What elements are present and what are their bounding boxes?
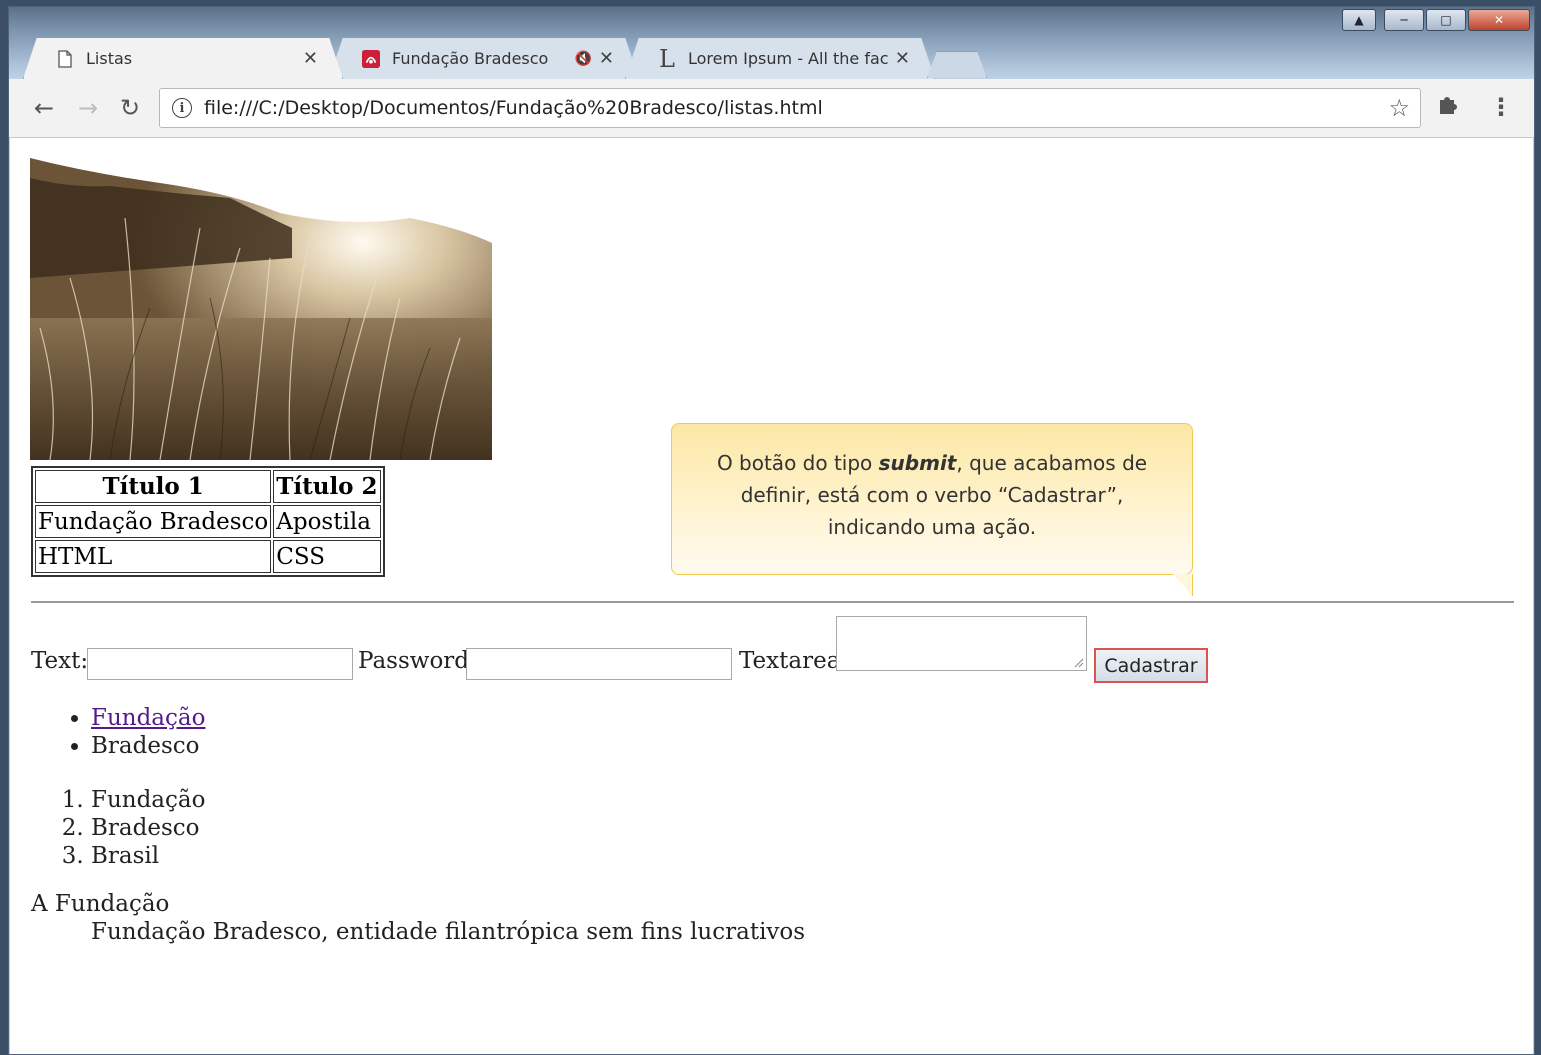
tab-title: Lorem Ipsum - All the fac [688, 49, 888, 68]
close-tab-icon[interactable]: ✕ [599, 48, 614, 69]
table-cell: HTML [35, 540, 272, 573]
table-row: HTML CSS [35, 540, 381, 573]
table-cell: Fundação Bradesco [35, 505, 272, 538]
minimize-button[interactable]: ─ [1384, 9, 1424, 31]
fundacao-link[interactable]: Fundação [91, 705, 205, 731]
horizontal-rule [31, 601, 1514, 603]
forward-arrow-icon[interactable]: → [73, 93, 103, 123]
window-controls: ▲ ─ □ ✕ [1342, 9, 1530, 31]
table-cell: CSS [273, 540, 381, 573]
text-label: Text: [31, 648, 89, 674]
reload-icon[interactable]: ↻ [115, 93, 145, 123]
callout-note: O botão do tipo submit, que acabamos de … [671, 423, 1193, 596]
list-item: Bradesco [91, 732, 205, 760]
text-input[interactable] [87, 648, 353, 680]
extensions-puzzle-icon[interactable] [1437, 93, 1459, 121]
callout-emphasis: submit [878, 451, 957, 475]
callout-tail [1171, 574, 1193, 596]
cadastrar-button[interactable]: Cadastrar [1094, 648, 1208, 683]
callout-text-start: O botão do tipo [716, 451, 879, 475]
page-content: Título 1 Título 2 Fundação Bradesco Apos… [10, 138, 1533, 1054]
browser-toolbar: ← → ↻ i file:///C:/Desktop/Documentos/Fu… [9, 79, 1534, 138]
table-header-cell: Título 1 [35, 470, 272, 503]
definition-term: A Fundação [31, 891, 170, 917]
tab-strip: Listas ✕ Fundação Bradesco 🔇 ✕ L Lorem I… [23, 37, 987, 79]
browser-window: ▲ ─ □ ✕ Listas ✕ Fundação Bradesco 🔇 ✕ L… [8, 6, 1535, 1055]
list-item: Fundação [91, 786, 205, 814]
data-table: Título 1 Título 2 Fundação Bradesco Apos… [31, 466, 385, 577]
password-label: Password: [358, 648, 477, 674]
ordered-list: Fundação Bradesco Brasil [31, 786, 205, 870]
close-window-button[interactable]: ✕ [1468, 9, 1530, 31]
list-item: Brasil [91, 842, 205, 870]
new-tab-button[interactable] [927, 51, 987, 78]
maximize-button[interactable]: □ [1426, 9, 1466, 31]
list-item: Bradesco [91, 814, 205, 842]
table-row: Fundação Bradesco Apostila [35, 505, 381, 538]
tab-title: Fundação Bradesco [392, 49, 549, 68]
back-arrow-icon[interactable]: ← [29, 93, 59, 123]
bradesco-icon [362, 49, 380, 69]
tab-lorem-ipsum[interactable]: L Lorem Ipsum - All the fac ✕ [625, 37, 935, 79]
resize-handle-icon[interactable] [1074, 658, 1084, 668]
list-item: Fundação [91, 704, 205, 732]
user-icon[interactable]: ▲ [1342, 9, 1376, 31]
info-icon[interactable]: i [172, 98, 192, 118]
url-text: file:///C:/Desktop/Documentos/Fundação%2… [204, 97, 823, 119]
password-input[interactable] [466, 648, 732, 680]
definition-description: Fundação Bradesco, entidade filantrópica… [91, 919, 806, 945]
bookmark-star-icon[interactable]: ☆ [1388, 94, 1410, 122]
definition-list: A Fundação Fundação Bradesco, entidade f… [31, 890, 805, 946]
tab-fundacao-bradesco[interactable]: Fundação Bradesco 🔇 ✕ [329, 37, 639, 79]
close-tab-icon[interactable]: ✕ [895, 48, 910, 69]
muted-speaker-icon[interactable]: 🔇 [575, 51, 592, 67]
document-icon [56, 49, 74, 69]
lorem-l-icon: L [659, 44, 675, 73]
table-cell: Apostila [273, 505, 381, 538]
textarea-label: Textarea: [739, 648, 849, 674]
table-header-row: Título 1 Título 2 [35, 470, 381, 503]
close-tab-icon[interactable]: ✕ [303, 48, 318, 69]
title-bar: ▲ ─ □ ✕ Listas ✕ Fundação Bradesco 🔇 ✕ L… [9, 7, 1534, 83]
tab-title: Listas [86, 49, 133, 68]
tab-listas[interactable]: Listas ✕ [23, 37, 343, 79]
address-bar[interactable]: i file:///C:/Desktop/Documentos/Fundação… [159, 88, 1421, 128]
textarea-field[interactable] [836, 616, 1087, 671]
grass-photo [30, 158, 492, 460]
unordered-list: Fundação Bradesco [31, 704, 205, 760]
menu-kebab-icon[interactable]: ⋮ [1489, 93, 1513, 121]
table-header-cell: Título 2 [273, 470, 381, 503]
